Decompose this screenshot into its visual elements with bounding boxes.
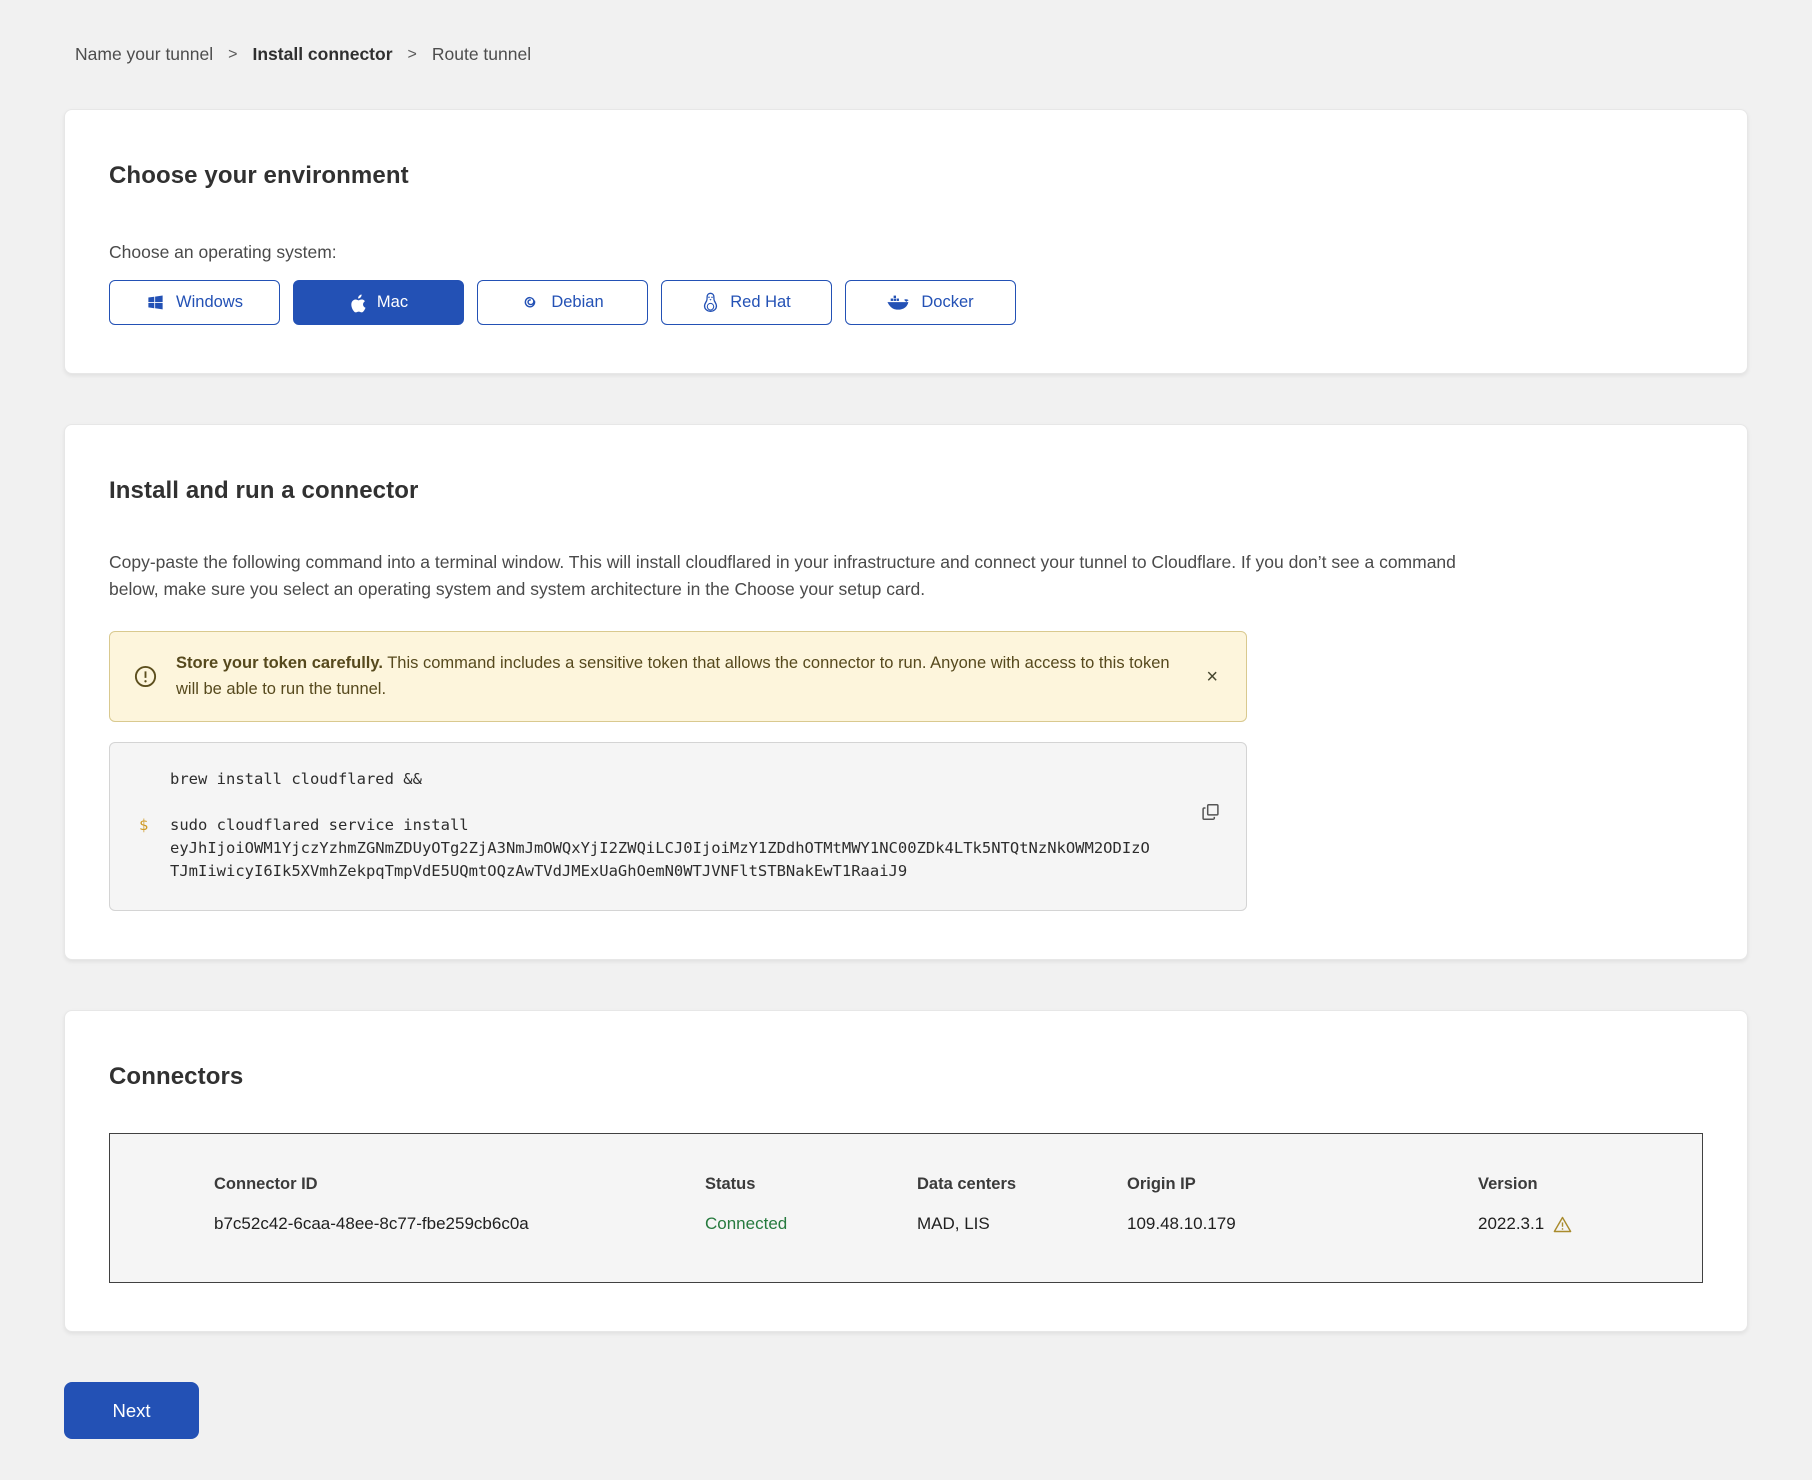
copy-icon[interactable] [1198,799,1224,828]
install-card-description: Copy-paste the following command into a … [109,549,1489,603]
command-body: sudo cloudflared service install eyJhIjo… [170,814,1150,884]
origin-ip-value: 109.48.10.179 [1127,1214,1478,1234]
command-line-sudo: sudo cloudflared service install [170,814,1150,837]
breadcrumb-separator: > [228,46,237,64]
environment-card: Choose your environment Choose an operat… [64,109,1748,374]
connector-id-value: b7c52c42-6caa-48ee-8c77-fbe259cb6c0a [214,1214,705,1234]
token-warning-text: Store your token carefully. This command… [176,651,1183,702]
environment-card-title: Choose your environment [109,162,1703,190]
command-line-brew: brew install cloudflared && [170,768,1176,791]
close-icon[interactable]: × [1202,663,1222,691]
page: Name your tunnel > Install connector > R… [0,0,1812,1465]
token-warning-bold: Store your token carefully. [176,654,383,672]
column-header-origin-ip: Origin IP [1127,1175,1478,1194]
os-button-redhat[interactable]: Red Hat [661,280,832,325]
warning-triangle-icon [1553,1216,1572,1233]
version-value: 2022.3.1 [1478,1214,1544,1234]
os-select-label: Choose an operating system: [109,242,1703,263]
os-button-label: Red Hat [730,293,791,312]
os-button-debian[interactable]: Debian [477,280,648,325]
breadcrumb-item-route-tunnel[interactable]: Route tunnel [432,44,531,65]
debian-icon [521,293,540,312]
data-centers-value: MAD, LIS [917,1214,1127,1234]
apple-icon [349,293,366,313]
breadcrumb: Name your tunnel > Install connector > R… [75,44,1748,65]
install-connector-card: Install and run a connector Copy-paste t… [64,424,1748,960]
breadcrumb-item-name-your-tunnel[interactable]: Name your tunnel [75,44,213,65]
token-warning-banner: Store your token carefully. This command… [109,631,1247,722]
shell-prompt: $ [139,814,170,884]
column-header-status: Status [705,1175,917,1194]
alert-circle-icon [134,665,157,688]
windows-icon [146,293,165,312]
os-button-label: Windows [176,293,243,312]
connectors-table: Connector ID Status Data centers Origin … [109,1133,1703,1283]
column-header-version: Version [1478,1175,1682,1194]
install-card-title: Install and run a connector [109,477,1703,505]
breadcrumb-separator: > [408,46,417,64]
version-cell: 2022.3.1 [1478,1214,1682,1234]
connectors-card-title: Connectors [109,1063,1703,1091]
status-badge: Connected [705,1214,917,1234]
redhat-penguin-icon [702,292,719,313]
connectors-card: Connectors Connector ID Status Data cent… [64,1010,1748,1332]
docker-whale-icon [887,294,910,311]
os-button-docker[interactable]: Docker [845,280,1016,325]
column-header-connector-id: Connector ID [214,1175,705,1194]
os-button-mac[interactable]: Mac [293,280,464,325]
install-command-block: brew install cloudflared && $ sudo cloud… [109,742,1247,911]
os-button-row: Windows Mac Debian Red Hat [109,280,1703,325]
breadcrumb-item-install-connector[interactable]: Install connector [252,44,392,65]
column-header-data-centers: Data centers [917,1175,1127,1194]
command-token-line-2: TJmIiwicyI6Ik5XVmhZekpqTmpVdE5UQmtOQzAwT… [170,860,1150,883]
os-button-label: Debian [551,293,603,312]
os-button-label: Docker [921,293,973,312]
command-token-line-1: eyJhIjoiOWM1YjczYzhmZGNmZDUyOTg2ZjA3NmJm… [170,837,1150,860]
os-button-label: Mac [377,293,408,312]
os-button-windows[interactable]: Windows [109,280,280,325]
next-button[interactable]: Next [64,1382,199,1439]
